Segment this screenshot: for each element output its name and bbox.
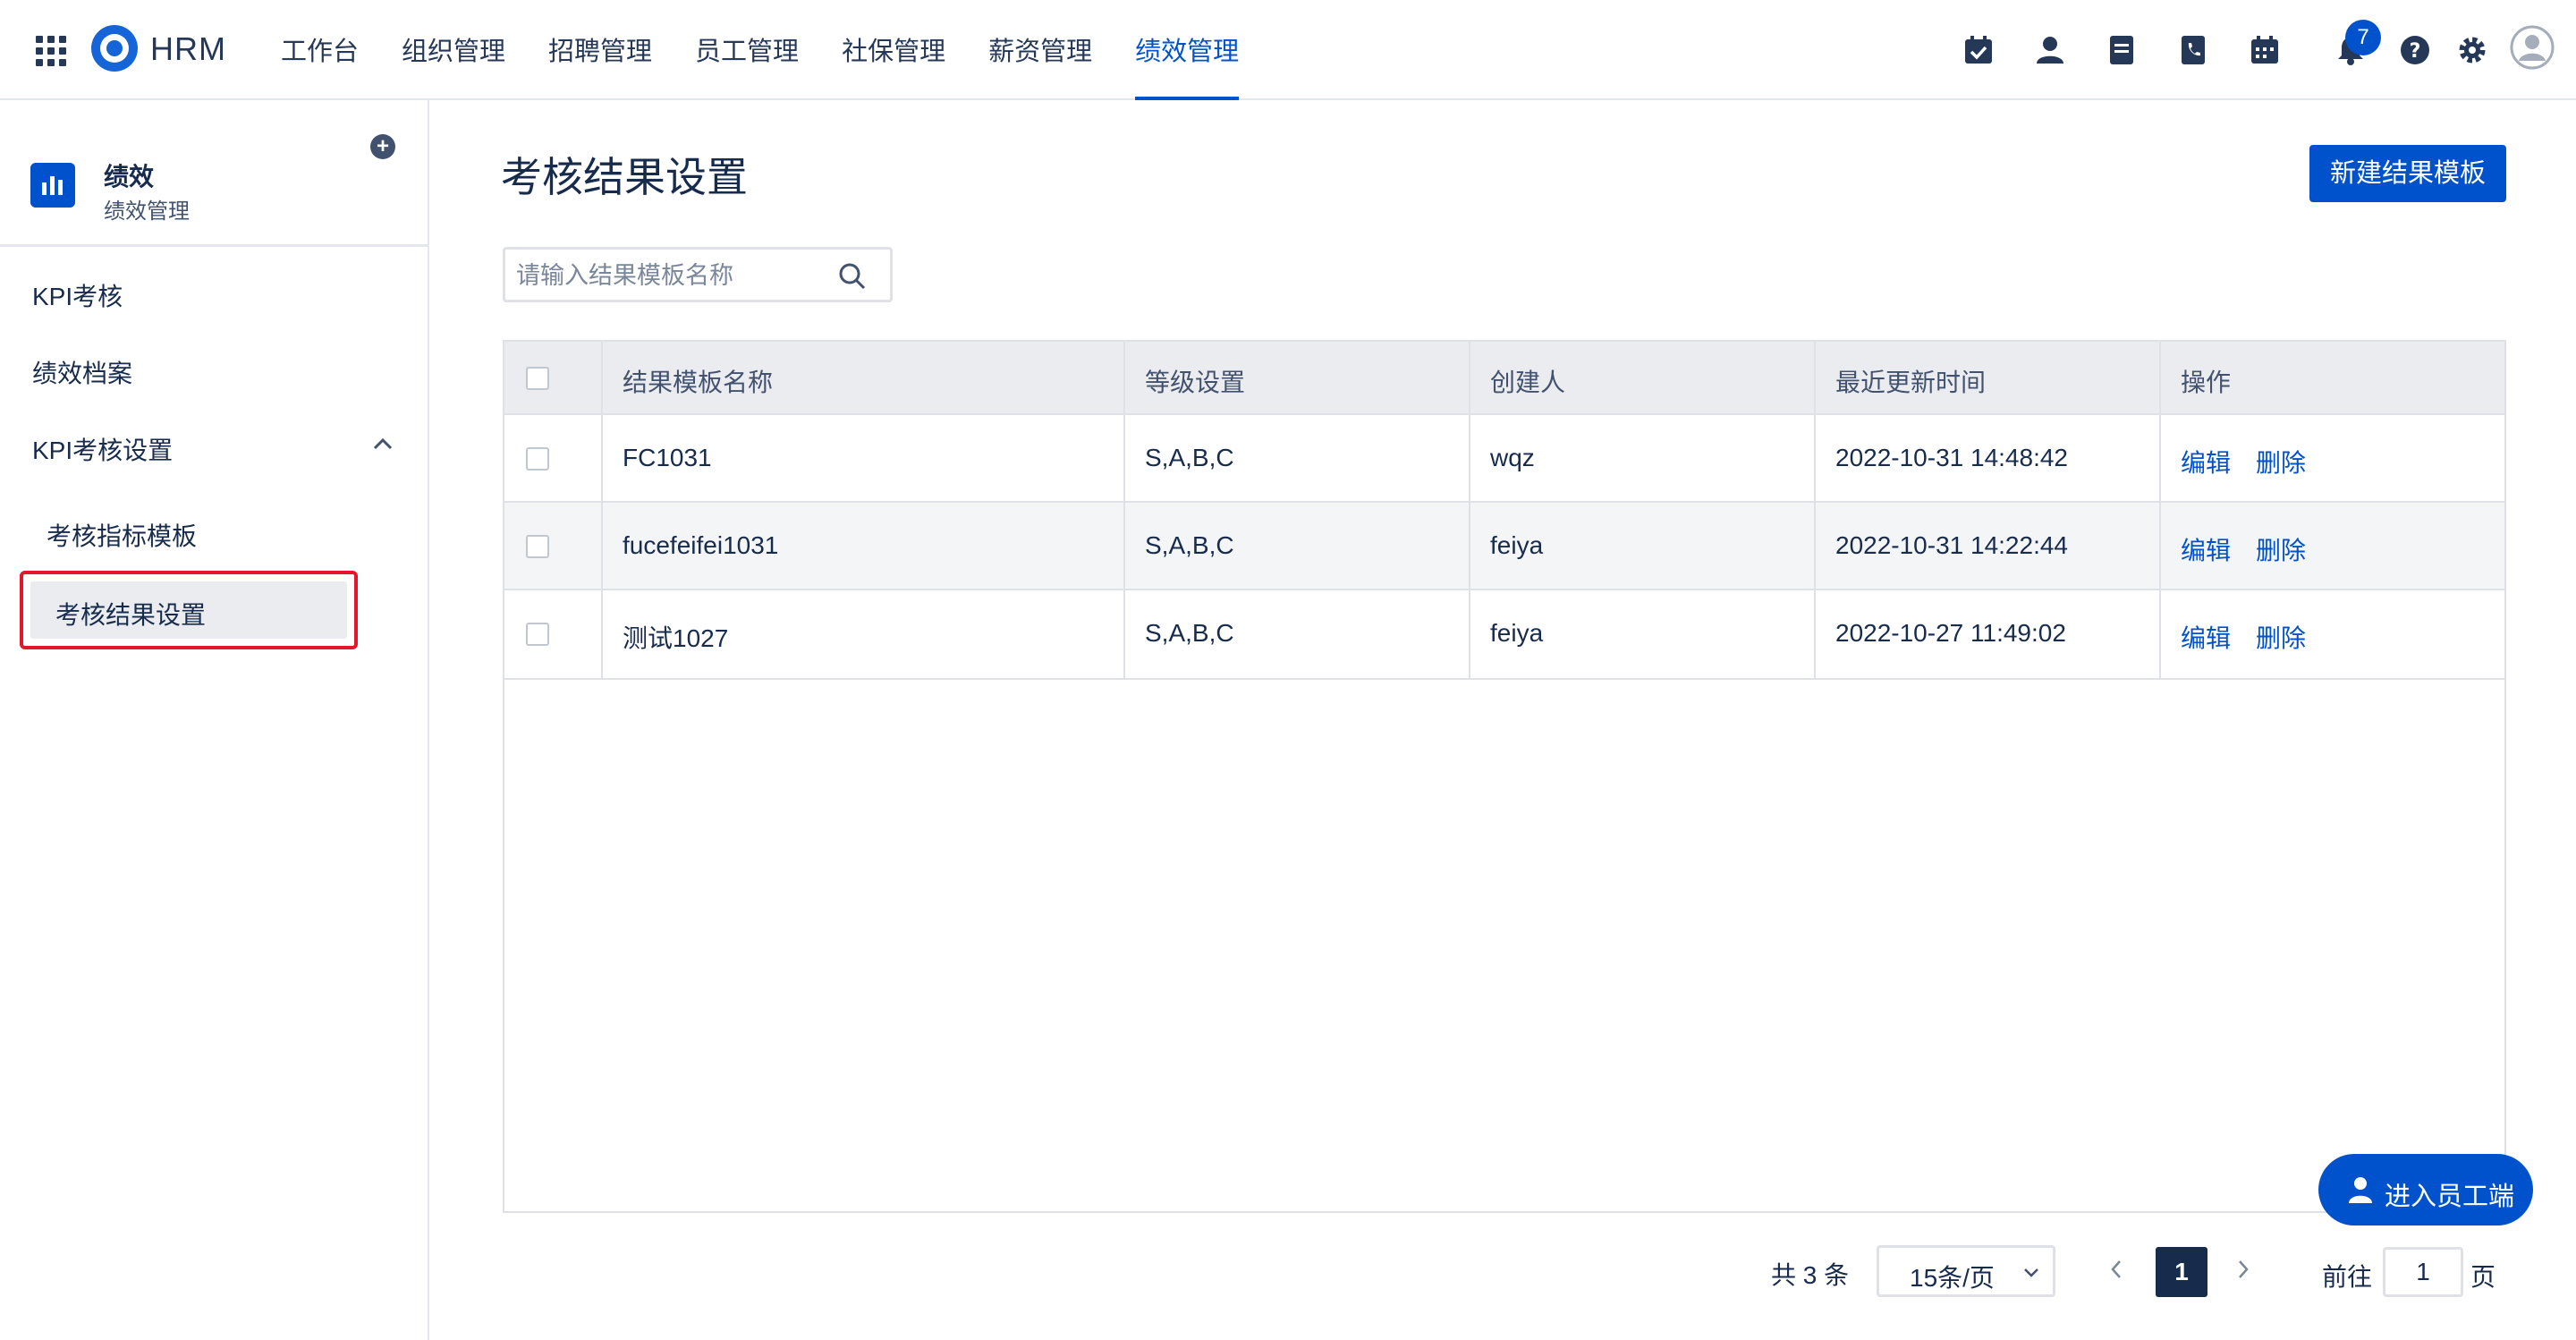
- nav-item-salary[interactable]: 薪资管理: [988, 0, 1092, 100]
- search-box: [503, 247, 893, 302]
- app-brand: HRM: [150, 30, 226, 67]
- avatar-icon[interactable]: [2510, 25, 2555, 70]
- notification-badge: 7: [2345, 20, 2381, 55]
- sidebar-item-result-settings-highlight[interactable]: 考核结果设置: [20, 571, 358, 649]
- header-updated-time: 最近更新时间: [1835, 369, 1987, 396]
- nav-item-workbench[interactable]: 工作台: [281, 0, 359, 100]
- gear-icon[interactable]: [2456, 34, 2488, 66]
- sidebar-title: 绩效: [104, 163, 155, 191]
- row-checkbox[interactable]: [526, 447, 549, 471]
- help-icon[interactable]: ?: [2399, 34, 2431, 66]
- next-page-icon[interactable]: [2236, 1258, 2250, 1281]
- search-icon[interactable]: [838, 262, 867, 291]
- table-row: 测试1027 S,A,B,C feiya 2022-10-27 11:49:02…: [504, 589, 2504, 676]
- edit-link[interactable]: 编辑: [2181, 444, 2231, 479]
- row-checkbox[interactable]: [526, 623, 549, 646]
- result-template-table: 结果模板名称 等级设置 创建人 最近更新时间 操作 FC1031 S,A,B,C…: [503, 340, 2506, 1213]
- header-actions: 操作: [2181, 369, 2232, 396]
- employee-portal-button[interactable]: 进入员工端: [2318, 1154, 2533, 1226]
- select-all-checkbox[interactable]: [526, 367, 549, 390]
- delete-link[interactable]: 删除: [2256, 531, 2306, 567]
- cell-updated-time: 2022-10-31 14:48:42: [1835, 444, 2068, 471]
- pagination-total: 共 3 条: [1771, 1261, 1850, 1289]
- sidebar: 绩效 绩效管理 + KPI考核 绩效档案 KPI考核设置 考核指标模板 考核结果…: [0, 100, 429, 1340]
- delete-link[interactable]: 删除: [2256, 619, 2306, 655]
- app-grid-icon[interactable]: [36, 36, 66, 66]
- sidebar-header: 绩效 绩效管理 +: [0, 100, 428, 247]
- cell-creator: feiya: [1490, 619, 1544, 647]
- cell-grades: S,A,B,C: [1145, 444, 1234, 471]
- edit-link[interactable]: 编辑: [2181, 531, 2231, 567]
- nav-item-performance[interactable]: 绩效管理: [1135, 0, 1240, 100]
- cell-template-name: FC1031: [623, 444, 712, 471]
- cell-template-name: fucefeifei1031: [623, 531, 779, 559]
- cell-grades: S,A,B,C: [1145, 619, 1234, 647]
- goto-label: 前往: [2322, 1263, 2373, 1291]
- top-navbar: HRM 工作台 组织管理 招聘管理 员工管理 社保管理 薪资管理 绩效管理 7: [0, 0, 2576, 100]
- search-input[interactable]: [516, 259, 820, 293]
- page-title: 考核结果设置: [501, 154, 748, 200]
- calendar-icon[interactable]: [2249, 34, 2281, 66]
- hrm-logo-icon: [91, 25, 138, 72]
- row-checkbox[interactable]: [526, 535, 549, 558]
- add-icon[interactable]: +: [370, 134, 395, 159]
- nav-item-recruitment[interactable]: 招聘管理: [548, 0, 652, 100]
- nav-item-social-security[interactable]: 社保管理: [842, 0, 945, 100]
- table-header: 结果模板名称 等级设置 创建人 最近更新时间 操作: [504, 342, 2504, 413]
- chevron-down-icon: [2024, 1268, 2038, 1277]
- edit-link[interactable]: 编辑: [2181, 619, 2231, 655]
- chevron-up-icon[interactable]: [372, 437, 394, 451]
- new-result-template-button[interactable]: 新建结果模板: [2309, 145, 2506, 202]
- cell-creator: wqz: [1490, 444, 1535, 471]
- page-size-value: 15条/页: [1910, 1264, 1995, 1292]
- header-template-name: 结果模板名称: [623, 369, 774, 396]
- goto-page-input[interactable]: [2383, 1247, 2463, 1297]
- sidebar-item-indicator-template[interactable]: 考核指标模板: [47, 517, 197, 553]
- header-grades: 等级设置: [1145, 369, 1246, 396]
- user-icon: [2349, 1177, 2372, 1203]
- page-number-current[interactable]: 1: [2156, 1247, 2207, 1297]
- table-row: fucefeifei1031 S,A,B,C feiya 2022-10-31 …: [504, 501, 2504, 589]
- cell-updated-time: 2022-10-31 14:22:44: [1835, 531, 2068, 559]
- prev-page-icon[interactable]: [2109, 1258, 2123, 1281]
- cell-updated-time: 2022-10-27 11:49:02: [1835, 619, 2066, 647]
- document-icon[interactable]: [2106, 34, 2138, 66]
- nav-item-employees[interactable]: 员工管理: [695, 0, 799, 100]
- cell-grades: S,A,B,C: [1145, 531, 1234, 559]
- header-creator: 创建人: [1490, 369, 1566, 396]
- sidebar-subtitle: 绩效管理: [104, 199, 190, 224]
- cell-creator: feiya: [1490, 531, 1544, 559]
- employee-portal-label: 进入员工端: [2385, 1183, 2515, 1211]
- sidebar-item-result-settings[interactable]: 考核结果设置: [55, 596, 206, 632]
- sidebar-item-kpi-settings[interactable]: KPI考核设置: [32, 431, 173, 467]
- nav-item-organization[interactable]: 组织管理: [402, 0, 505, 100]
- sidebar-item-kpi[interactable]: KPI考核: [32, 277, 123, 313]
- main-nav: 工作台 组织管理 招聘管理 员工管理 社保管理 薪资管理 绩效管理: [281, 0, 1282, 100]
- bar-chart-icon: [30, 163, 75, 208]
- user-icon[interactable]: [2034, 34, 2066, 66]
- cell-template-name: 测试1027: [623, 624, 729, 652]
- calendar-check-icon[interactable]: [1962, 34, 1995, 66]
- svg-text:?: ?: [2410, 40, 2421, 63]
- phone-book-icon[interactable]: [2177, 34, 2209, 66]
- delete-link[interactable]: 删除: [2256, 444, 2306, 479]
- goto-unit: 页: [2470, 1263, 2496, 1291]
- page-size-select[interactable]: 15条/页: [1877, 1245, 2055, 1297]
- table-row: FC1031 S,A,B,C wqz 2022-10-31 14:48:42 编…: [504, 413, 2504, 501]
- sidebar-item-archive[interactable]: 绩效档案: [32, 354, 132, 390]
